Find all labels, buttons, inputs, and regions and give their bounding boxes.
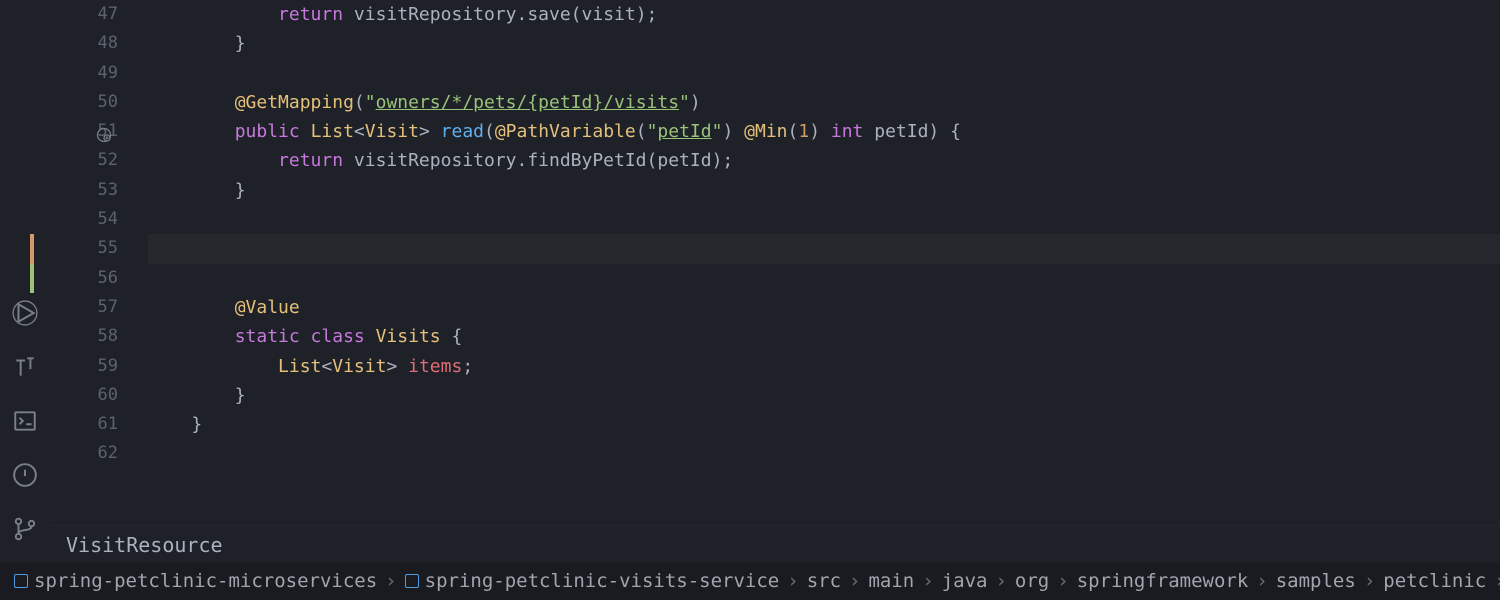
line-number: 60 [50, 381, 118, 410]
path-segment-label: spring-petclinic-microservices [34, 566, 377, 596]
activity-bar [0, 0, 50, 600]
line-number: 57 [50, 293, 118, 322]
code-line: List<Visit> items; [148, 352, 1500, 381]
path-segment-label: spring-petclinic-visits-service [425, 566, 780, 596]
code-line [148, 264, 1500, 293]
path-segment-label: petclinic [1383, 566, 1486, 596]
code-line: } [148, 29, 1500, 58]
code-line [148, 205, 1500, 234]
path-segment[interactable]: spring-petclinic-visits-service [405, 566, 780, 596]
code-line: @Value [148, 293, 1500, 322]
line-number: 59 [50, 352, 118, 381]
line-number: 55 [50, 234, 118, 263]
chevron-right-icon: › [385, 566, 396, 596]
endpoint-icon[interactable] [96, 124, 112, 140]
change-marker [30, 234, 34, 263]
chevron-right-icon: › [922, 566, 933, 596]
chevron-right-icon: › [995, 566, 1006, 596]
line-number: 53 [50, 176, 118, 205]
line-number: 54 [50, 205, 118, 234]
path-segment[interactable]: springframework [1077, 566, 1249, 596]
code-line: return visitRepository.save(visit); [148, 0, 1500, 29]
path-segment[interactable]: petclinic [1383, 566, 1486, 596]
chevron-right-icon: › [1364, 566, 1375, 596]
line-number: 62 [50, 439, 118, 468]
chevron-right-icon: › [1256, 566, 1267, 596]
line-number: 50 [50, 88, 118, 117]
path-segment-label: main [868, 566, 914, 596]
line-number: 51 [50, 117, 118, 146]
code-line: public List<Visit> read(@PathVariable("p… [148, 117, 1500, 146]
path-segment[interactable]: org [1015, 566, 1049, 596]
path-segment-label: springframework [1077, 566, 1249, 596]
code-line: static class Visits { [148, 322, 1500, 351]
path-segment[interactable]: java [942, 566, 988, 596]
line-number: 52 [50, 146, 118, 175]
change-marker [30, 264, 34, 293]
code-line: return visitRepository.findByPetId(petId… [148, 146, 1500, 175]
chevron-right-icon: › [1057, 566, 1068, 596]
chevron-right-icon: › [787, 566, 798, 596]
chevron-right-icon: › [849, 566, 860, 596]
code-line [148, 439, 1500, 468]
path-bar[interactable]: spring-petclinic-microservices›spring-pe… [0, 563, 1500, 600]
line-number: 48 [50, 29, 118, 58]
path-segment[interactable]: spring-petclinic-microservices [14, 566, 377, 596]
branch-icon[interactable] [12, 516, 38, 542]
run-icon[interactable] [12, 300, 38, 326]
code-line: @GetMapping("owners/*/pets/{petId}/visit… [148, 88, 1500, 117]
path-segment-label: src [807, 566, 841, 596]
path-segment-label: java [942, 566, 988, 596]
line-number: 49 [50, 59, 118, 88]
code-line [148, 234, 1500, 263]
terminal-icon[interactable] [12, 408, 38, 434]
line-number: 56 [50, 264, 118, 293]
line-number: 61 [50, 410, 118, 439]
line-number: 47 [50, 0, 118, 29]
breadcrumb[interactable]: VisitResource [50, 525, 1500, 563]
code-content[interactable]: return visitRepository.save(visit); } @G… [130, 0, 1500, 525]
breadcrumb-label: VisitResource [66, 529, 223, 561]
tools-icon[interactable] [12, 354, 38, 380]
path-segment[interactable]: src [807, 566, 841, 596]
module-icon [405, 574, 419, 588]
chevron-right-icon: › [1494, 566, 1500, 596]
path-segment[interactable]: main [868, 566, 914, 596]
editor-area: 47484950515253545556575859606162 return … [50, 0, 1500, 525]
code-line: } [148, 176, 1500, 205]
gutter: 47484950515253545556575859606162 [50, 0, 130, 525]
problems-icon[interactable] [12, 462, 38, 488]
code-line: } [148, 410, 1500, 439]
module-icon [14, 574, 28, 588]
code-line: } [148, 381, 1500, 410]
code-line [148, 59, 1500, 88]
path-segment-label: samples [1276, 566, 1356, 596]
path-segment-label: org [1015, 566, 1049, 596]
line-number: 58 [50, 322, 118, 351]
path-segment[interactable]: samples [1276, 566, 1356, 596]
